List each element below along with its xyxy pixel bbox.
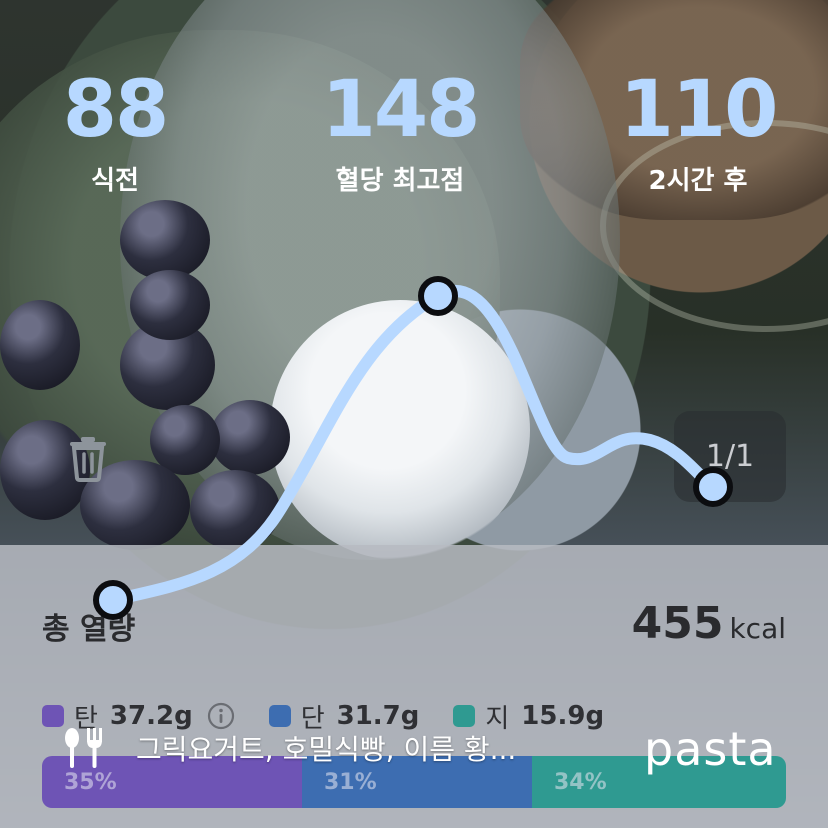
glucose-point-start <box>93 580 133 620</box>
glucose-point-peak <box>418 276 458 316</box>
glucose-curve-line <box>107 285 719 606</box>
meal-caption: 그릭요거트, 호밀식빵, 이름 황... <box>62 728 516 768</box>
fork-knife-icon <box>65 728 102 768</box>
meal-foods-text: 그릭요거트, 호밀식빵, 이름 황... <box>136 733 517 766</box>
pasta-logo: pasta <box>644 722 777 776</box>
glucose-curve-chart <box>93 276 733 620</box>
glucose-point-end <box>693 467 733 507</box>
